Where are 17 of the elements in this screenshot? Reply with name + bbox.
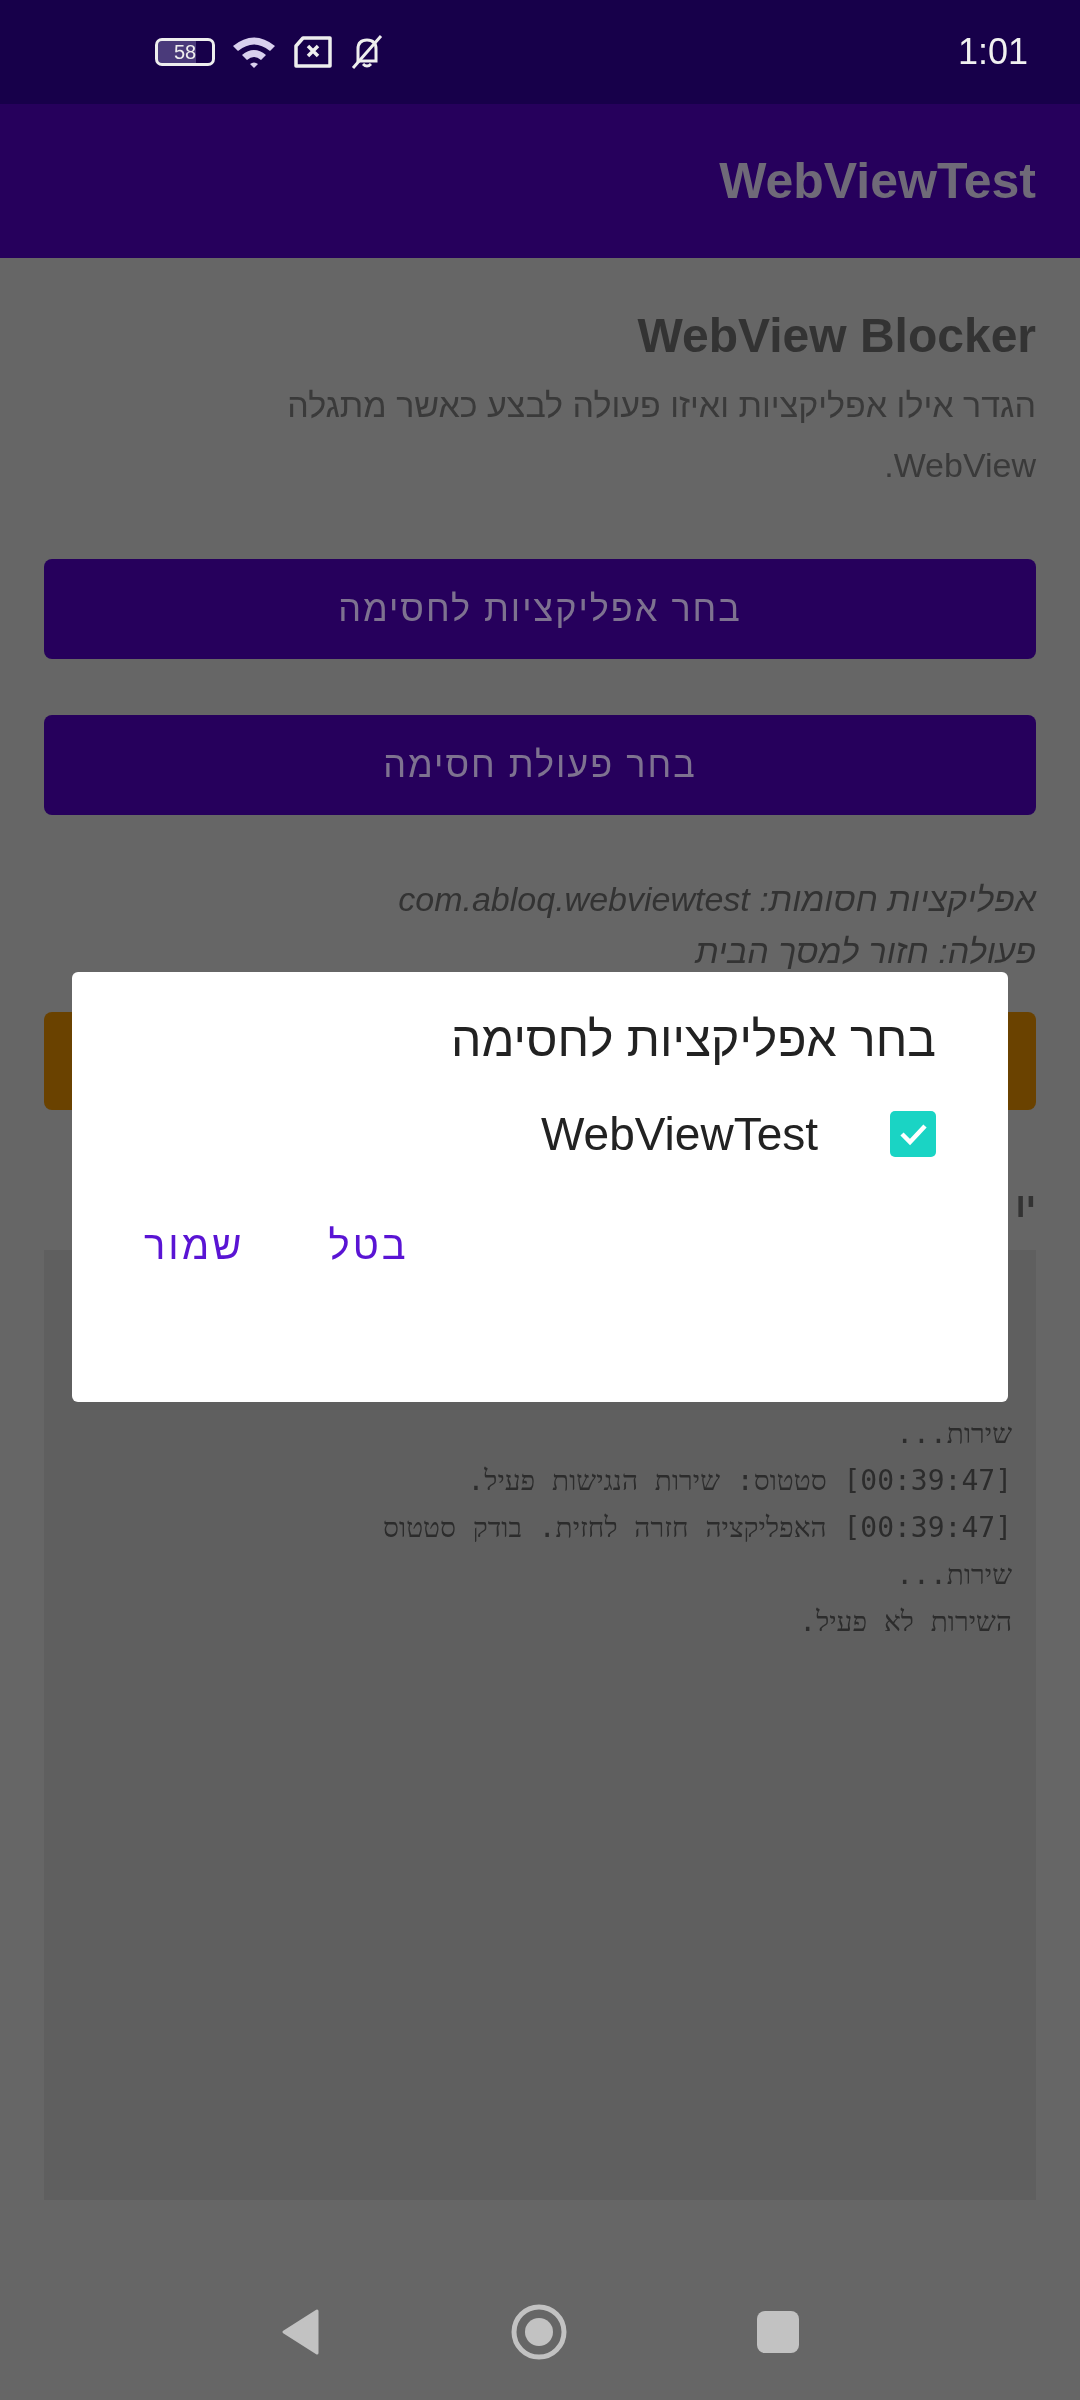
checkbox[interactable] [890,1111,936,1157]
select-button[interactable]: בחר פעולת חסימה [44,715,1036,815]
home-icon[interactable] [511,2304,567,2360]
check-icon [898,1122,928,1146]
muted-bell-icon [349,34,385,70]
back-icon[interactable] [281,2309,321,2355]
clock-time: 1:01 [957,31,1028,73]
recents-icon[interactable] [757,2311,799,2353]
battery-icon: 58 [155,38,215,66]
sim-error-icon [293,36,333,68]
select-button[interactable]: בחר אפליקציות לחסימה [44,559,1036,659]
dialog-button[interactable]: שמור [132,1223,257,1268]
dialog-button[interactable]: בטל [316,1223,421,1268]
dialog-title: בחר אפליקציות לחסימה [450,1012,936,1067]
wifi-icon [231,35,277,69]
app-label: WebViewTest [541,1107,818,1161]
app-title: WebViewTest [719,152,1036,210]
